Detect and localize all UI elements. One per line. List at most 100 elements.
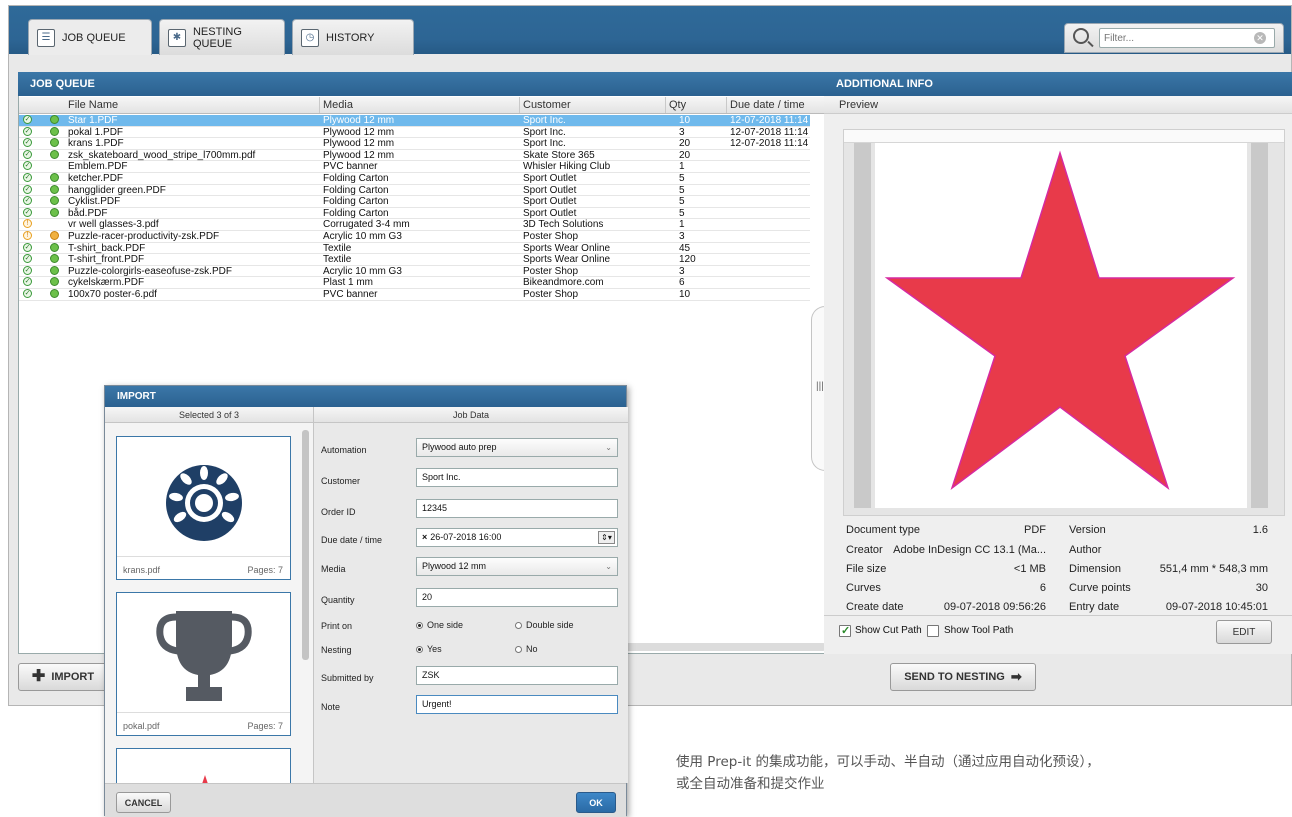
nesting-yes-radio[interactable]: Yes xyxy=(416,644,442,654)
table-row[interactable]: ✓ ketcher.PDF Folding Carton Sport Outlet 5 xyxy=(19,173,810,185)
automation-select[interactable]: Plywood auto prep ⌄ xyxy=(416,438,618,457)
list-icon: ☰ xyxy=(37,28,55,47)
cell-media: Folding Carton xyxy=(323,196,389,208)
table-row[interactable]: ✓ båd.PDF Folding Carton Sport Outlet 5 xyxy=(19,207,810,220)
cell-due: 12-07-2018 11:14 xyxy=(730,138,809,150)
due-date-input[interactable]: × 26-07-2018 16:00 ⇕▾ xyxy=(416,528,618,547)
cell-media: PVC banner xyxy=(323,161,378,173)
submitted-by-label: Submitted by xyxy=(321,673,374,683)
meta-value: <1 MB xyxy=(1013,563,1046,575)
send-to-nesting-button[interactable]: SEND TO NESTING ➡ xyxy=(890,663,1036,691)
nesting-status-icon xyxy=(50,242,59,252)
ok-status-icon: ✓ xyxy=(23,138,32,148)
cell-customer: Skate Store 365 xyxy=(523,149,595,161)
meta-value: 1.6 xyxy=(1252,524,1268,536)
table-row[interactable]: ✓ pokal 1.PDF Plywood 12 mm Sport Inc. 3 12-0… xyxy=(19,126,810,139)
tab-job-queue[interactable]: ☰ JOB QUEUE xyxy=(28,19,152,55)
cell-customer: Poster Shop xyxy=(523,289,579,300)
import-button[interactable]: ✚ IMPORT xyxy=(18,663,108,691)
ok-button[interactable]: OK xyxy=(576,792,616,813)
cell-file: ketcher.PDF xyxy=(68,173,124,184)
show-tool-path-label: Show Tool Path xyxy=(944,625,1014,636)
print-double-side-radio[interactable]: Double side xyxy=(515,620,574,630)
submitted-by-input[interactable]: ZSK xyxy=(416,666,618,685)
column-due-date[interactable]: Due date / time xyxy=(730,99,805,111)
table-row[interactable]: ✓ cykelskærm.PDF Plast 1 mm Bikeandmore.com… xyxy=(19,277,810,289)
meta-label: File size xyxy=(846,563,887,575)
list-scrollbar[interactable] xyxy=(302,430,309,660)
filter-input[interactable] xyxy=(1099,28,1275,48)
chevron-down-icon: ⌄ xyxy=(605,443,612,452)
media-select[interactable]: Plywood 12 mm ⌄ xyxy=(416,557,618,576)
meta-label: Author xyxy=(1069,544,1102,556)
ok-status-icon: ✓ xyxy=(23,289,32,298)
tab-label: NESTING QUEUE xyxy=(192,25,242,50)
import-dialog-title: IMPORT xyxy=(105,386,626,407)
nesting-label: Nesting xyxy=(321,645,352,655)
table-row[interactable]: ✓ T-shirt_back.PDF Textile Sports Wear Onli… xyxy=(19,242,810,255)
file-card[interactable] xyxy=(116,748,291,783)
tab-history[interactable]: ◷ HISTORY xyxy=(292,19,414,55)
nesting-status-icon xyxy=(50,231,59,240)
caption-line: 或全自动准备和提交作业 xyxy=(676,776,825,792)
meta-value: 551,4 mm * 548,3 mm xyxy=(1159,563,1268,575)
quantity-input[interactable]: 20 xyxy=(416,588,618,607)
customer-input[interactable]: Sport Inc. xyxy=(416,468,618,487)
column-file-name[interactable]: File Name xyxy=(68,99,118,111)
date-spinner-icon[interactable]: ⇕▾ xyxy=(598,531,615,544)
ok-status-icon: ✓ xyxy=(23,115,32,124)
table-row[interactable]: ✓ T-shirt_front.PDF Textile Sports Wear Onl… xyxy=(19,254,810,266)
cell-customer: Sport Outlet xyxy=(523,207,577,219)
media-value: Plywood 12 mm xyxy=(422,561,487,571)
column-qty[interactable]: Qty xyxy=(669,99,686,111)
trophy-icon xyxy=(156,611,252,701)
table-row[interactable]: ! Puzzle-racer-productivity-zsk.PDF Acryli… xyxy=(19,231,810,243)
caption-text: 使用 Prep-it 的集成功能，可以手动、半自动（通过应用自动化预设）， 或全… xyxy=(676,751,1276,795)
cell-file: hangglider green.PDF xyxy=(68,184,166,196)
show-tool-path-checkbox[interactable] xyxy=(927,625,939,637)
note-input[interactable]: Urgent! xyxy=(416,695,618,714)
column-media[interactable]: Media xyxy=(323,99,353,111)
table-row[interactable]: ✓ Cyklist.PDF Folding Carton Sport Outlet 5 xyxy=(19,196,810,208)
table-row[interactable]: ! vr well glasses-3.pdf Corrugated 3-4 mm 3… xyxy=(19,219,810,231)
cell-qty: 5 xyxy=(679,196,685,208)
plus-icon: ✚ xyxy=(31,668,46,685)
table-row[interactable]: ✓ krans 1.PDF Plywood 12 mm Sport Inc. 20 12-… xyxy=(19,138,810,150)
table-row[interactable]: ✓ zsk_skateboard_wood_stripe_l700mm.pdf Pl… xyxy=(19,149,810,162)
meta-label: Dimension xyxy=(1069,563,1121,575)
file-card[interactable]: pokal.pdf Pages: 7 xyxy=(116,592,291,736)
cell-media: Plywood 12 mm xyxy=(323,138,395,150)
caption-line: 使用 Prep-it 的集成功能，可以手动、半自动（通过应用自动化预设）， xyxy=(676,754,1100,770)
table-row[interactable]: ✓ Star 1.PDF Plywood 12 mm Sport Inc. 10 12-0… xyxy=(19,115,810,127)
order-id-input[interactable]: 12345 xyxy=(416,499,618,518)
table-row[interactable]: ✓ 100x70 poster-6.pdf PVC banner Poster Sho… xyxy=(19,289,810,301)
clock-icon: ◷ xyxy=(301,28,319,47)
clear-icon[interactable]: ✕ xyxy=(1254,32,1266,44)
cell-file: cykelskærm.PDF xyxy=(68,277,145,289)
nesting-no-radio[interactable]: No xyxy=(515,644,538,654)
print-one-side-radio[interactable]: One side xyxy=(416,620,463,630)
table-row[interactable]: ✓ hangglider green.PDF Folding Carton Sport… xyxy=(19,184,810,197)
cancel-button[interactable]: CANCEL xyxy=(116,792,171,813)
meta-value: PDF xyxy=(1024,524,1046,536)
cell-customer: Sport Inc. xyxy=(523,115,566,126)
search-icon[interactable] xyxy=(1073,28,1089,44)
margin-strip xyxy=(1251,143,1268,508)
ok-status-icon: ✓ xyxy=(23,207,32,217)
edit-button[interactable]: EDIT xyxy=(1216,620,1272,644)
cell-media: Folding Carton xyxy=(323,173,389,184)
show-cut-path-checkbox[interactable] xyxy=(839,624,851,637)
file-card[interactable]: krans.pdf Pages: 7 xyxy=(116,436,291,580)
clear-date-icon[interactable]: × xyxy=(422,532,427,542)
radio-label: One side xyxy=(427,620,464,630)
cell-media: Plywood 12 mm xyxy=(323,115,395,126)
nesting-status-icon xyxy=(50,196,59,206)
panel-splitter-handle[interactable]: ||| xyxy=(811,306,825,471)
table-row[interactable]: ✓ Puzzle-colorgirls-easeofuse-zsk.PDF Acry… xyxy=(19,265,810,278)
cell-customer: 3D Tech Solutions xyxy=(523,219,604,231)
tab-nesting-queue[interactable]: ✱ NESTING QUEUE xyxy=(159,19,285,55)
column-customer[interactable]: Customer xyxy=(523,99,571,111)
table-row[interactable]: ✓ Emblem.PDF PVC banner Whisler Hiking Club… xyxy=(19,161,810,173)
nesting-status-icon xyxy=(50,115,59,124)
radio-label: No xyxy=(526,644,538,654)
